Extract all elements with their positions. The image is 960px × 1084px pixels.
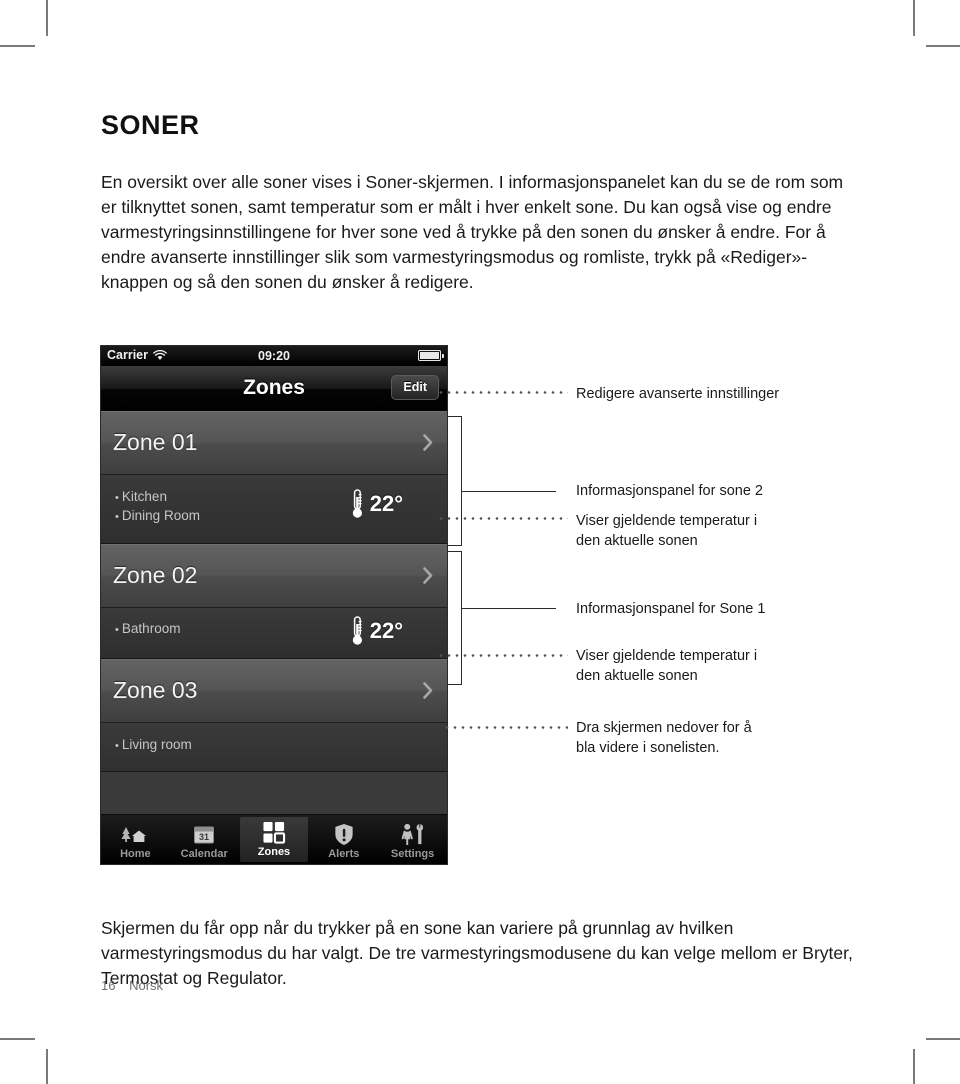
annotation-info-panel-zone-2: Informasjonspanel for sone 2 xyxy=(576,483,763,499)
tab-label: Alerts xyxy=(328,848,360,860)
chevron-right-icon xyxy=(423,434,433,451)
leader-dotted-temp-zone-02 xyxy=(437,654,568,657)
house-tree-icon xyxy=(120,820,150,846)
room-item: Bathroom xyxy=(115,620,181,639)
tab-alerts[interactable]: Alerts xyxy=(309,815,378,864)
leader-rule-panel-zone-02 xyxy=(461,608,556,609)
chevron-right-icon xyxy=(423,567,433,584)
tab-label: Zones xyxy=(257,846,291,858)
annotation-info-panel-zone-1: Informasjonspanel for Sone 1 xyxy=(576,601,766,617)
crop-mark-bottom-left-horizontal xyxy=(0,1038,35,1040)
status-bar-right xyxy=(418,350,444,364)
crop-mark-top-right-vertical xyxy=(913,0,915,36)
room-item: Dining Room xyxy=(115,507,200,526)
zone-row-zone-02[interactable]: Zone 02 xyxy=(101,544,447,608)
bracket-zone-02-panel xyxy=(448,551,462,685)
zone-row-zone-03[interactable]: Zone 03 xyxy=(101,659,447,723)
chevron-right-icon xyxy=(423,682,433,699)
room-list: Living room xyxy=(115,736,192,755)
page-footer: 16 Norsk xyxy=(101,978,163,993)
crop-mark-bottom-left-vertical xyxy=(46,1049,48,1084)
room-list: Bathroom xyxy=(115,620,181,639)
outro-paragraph: Skjermen du får opp når du trykker på en… xyxy=(101,917,853,988)
tab-settings[interactable]: Settings xyxy=(378,815,447,864)
crop-mark-bottom-right-horizontal xyxy=(926,1038,960,1040)
temperature-readout: 22° xyxy=(350,616,403,646)
info-panel-zone-02: Bathroom 22° xyxy=(101,608,447,659)
leader-dotted-edit xyxy=(437,391,568,394)
folio-language: Norsk xyxy=(129,978,164,993)
tab-label: Calendar xyxy=(180,848,228,860)
svg-text:31: 31 xyxy=(199,832,209,842)
room-list: Kitchen Dining Room xyxy=(115,488,200,526)
zone-name: Zone 02 xyxy=(113,562,198,588)
battery-full-icon xyxy=(418,350,444,361)
page-title: SONER xyxy=(101,110,200,141)
zone-name: Zone 03 xyxy=(113,677,198,703)
tab-zones[interactable]: Zones xyxy=(239,817,309,862)
tab-home[interactable]: Home xyxy=(101,815,170,864)
crop-mark-bottom-right-vertical xyxy=(913,1049,915,1084)
annotation-temp-zone-1: Viser gjeldende temperatur i den aktuell… xyxy=(576,648,758,684)
tab-label: Home xyxy=(120,848,151,860)
phone-screenshot: Carrier 09:20 Zones Edit Zone 01 • Kitch… xyxy=(101,346,447,864)
intro-paragraph: En oversikt over alle soner vises i Sone… xyxy=(101,171,844,292)
tab-bar: Home 31 Calendar Zones Alerts Settings xyxy=(101,814,447,864)
zone-row-zone-01[interactable]: Zone 01 xyxy=(101,411,447,475)
room-item: Kitchen xyxy=(115,488,200,507)
temperature-value: 22° xyxy=(369,618,403,643)
crop-mark-top-right-horizontal xyxy=(926,45,960,47)
tab-calendar[interactable]: 31 Calendar xyxy=(170,815,239,864)
thermometer-icon xyxy=(350,616,365,646)
annotation-temp-zone-2: Viser gjeldende temperatur i den aktuell… xyxy=(576,513,758,549)
room-item: Living room xyxy=(115,736,192,755)
temperature-readout: 22° xyxy=(350,489,403,519)
crop-mark-top-left-vertical xyxy=(46,0,48,36)
leader-dotted-scroll xyxy=(443,726,568,729)
folio-number: 16 xyxy=(101,978,116,993)
status-bar-time: 09:20 xyxy=(258,349,290,363)
person-wrench-icon xyxy=(400,820,426,846)
grid-squares-icon xyxy=(262,818,286,844)
leader-dotted-temp-zone-01 xyxy=(437,517,568,520)
zone-name: Zone 01 xyxy=(113,429,198,455)
crop-mark-top-left-horizontal xyxy=(0,45,35,47)
status-bar: Carrier 09:20 xyxy=(101,346,447,366)
annotation-scroll-hint: Dra skjermen nedover for å bla videre i … xyxy=(576,720,752,756)
info-panel-zone-01: Kitchen Dining Room 22° xyxy=(101,475,447,544)
tab-label: Settings xyxy=(390,848,435,860)
leader-rule-panel-zone-01 xyxy=(461,491,556,492)
navigation-bar: Zones Edit xyxy=(101,366,447,411)
calendar-icon: 31 xyxy=(192,820,216,846)
temperature-value: 22° xyxy=(369,491,403,516)
annotation-edit-advanced: Redigere avanserte innstillinger xyxy=(576,386,780,402)
bracket-zone-01-panel xyxy=(448,416,462,546)
thermometer-icon xyxy=(350,489,365,519)
info-panel-zone-03: Living room xyxy=(101,723,447,772)
edit-button[interactable]: Edit xyxy=(391,375,439,400)
shield-alert-icon xyxy=(334,820,354,846)
